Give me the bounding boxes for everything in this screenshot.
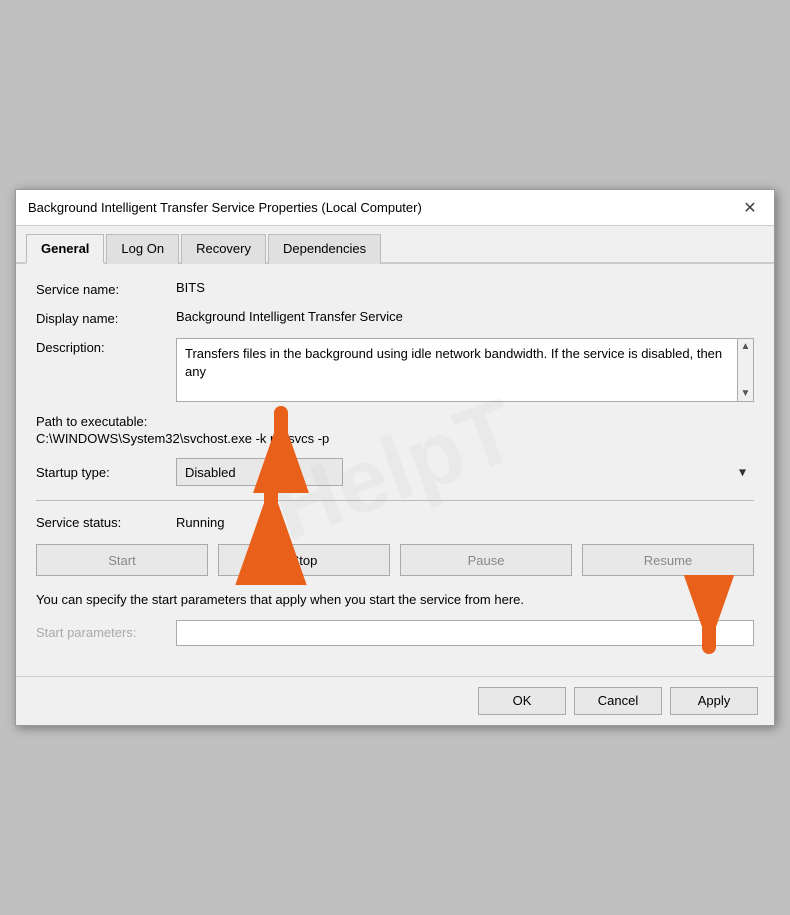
tab-recovery[interactable]: Recovery bbox=[181, 234, 266, 264]
startup-type-row: Startup type: Automatic Automatic (Delay… bbox=[36, 458, 754, 486]
title-bar: Background Intelligent Transfer Service … bbox=[16, 190, 774, 226]
ok-button[interactable]: OK bbox=[478, 687, 566, 715]
cancel-button[interactable]: Cancel bbox=[574, 687, 662, 715]
description-label: Description: bbox=[36, 338, 176, 355]
section-divider bbox=[36, 500, 754, 501]
service-status-label: Service status: bbox=[36, 515, 176, 530]
description-row: Description: Transfers files in the back… bbox=[36, 338, 754, 402]
dialog-title: Background Intelligent Transfer Service … bbox=[28, 200, 422, 215]
bottom-bar: OK Cancel Apply bbox=[16, 676, 774, 725]
description-box[interactable]: Transfers files in the background using … bbox=[176, 338, 754, 402]
stop-button[interactable]: Stop bbox=[218, 544, 390, 576]
description-scrollbar[interactable]: ▲ ▼ bbox=[737, 339, 753, 401]
scroll-up-arrow[interactable]: ▲ bbox=[741, 341, 751, 352]
service-name-label: Service name: bbox=[36, 280, 176, 297]
properties-dialog: Background Intelligent Transfer Service … bbox=[15, 189, 775, 726]
general-tab-content: Service name: BITS Display name: Backgro… bbox=[16, 264, 774, 676]
description-text: Transfers files in the background using … bbox=[185, 346, 722, 379]
service-name-value: BITS bbox=[176, 280, 754, 295]
tab-general[interactable]: General bbox=[26, 234, 104, 264]
service-status-row: Service status: Running bbox=[36, 515, 754, 530]
service-control-buttons: Start Stop Pause Resume bbox=[36, 544, 754, 576]
startup-type-label: Startup type: bbox=[36, 465, 176, 480]
startup-type-select[interactable]: Automatic Automatic (Delayed Start) Manu… bbox=[176, 458, 343, 486]
path-value: C:\WINDOWS\System32\svchost.exe -k netsv… bbox=[36, 431, 754, 446]
resume-button[interactable]: Resume bbox=[582, 544, 754, 576]
service-name-row: Service name: BITS bbox=[36, 280, 754, 297]
start-params-label: Start parameters: bbox=[36, 625, 176, 640]
service-status-value: Running bbox=[176, 515, 224, 530]
close-button[interactable]: ✕ bbox=[738, 196, 762, 220]
tab-logon[interactable]: Log On bbox=[106, 234, 179, 264]
apply-button[interactable]: Apply bbox=[670, 687, 758, 715]
scroll-down-arrow[interactable]: ▼ bbox=[741, 388, 751, 399]
start-button[interactable]: Start bbox=[36, 544, 208, 576]
dialog-content: HelpT Service name: BITS Display name: B… bbox=[16, 264, 774, 676]
display-name-row: Display name: Background Intelligent Tra… bbox=[36, 309, 754, 326]
path-section: Path to executable: C:\WINDOWS\System32\… bbox=[36, 414, 754, 446]
pause-button[interactable]: Pause bbox=[400, 544, 572, 576]
start-params-input[interactable] bbox=[176, 620, 754, 646]
startup-type-select-wrapper: Automatic Automatic (Delayed Start) Manu… bbox=[176, 458, 754, 486]
display-name-value: Background Intelligent Transfer Service bbox=[176, 309, 754, 324]
path-label: Path to executable: bbox=[36, 414, 754, 429]
tab-dependencies[interactable]: Dependencies bbox=[268, 234, 381, 264]
tab-bar: General Log On Recovery Dependencies bbox=[16, 226, 774, 264]
display-name-label: Display name: bbox=[36, 309, 176, 326]
hint-text: You can specify the start parameters tha… bbox=[36, 590, 754, 610]
start-params-row: Start parameters: bbox=[36, 620, 754, 646]
